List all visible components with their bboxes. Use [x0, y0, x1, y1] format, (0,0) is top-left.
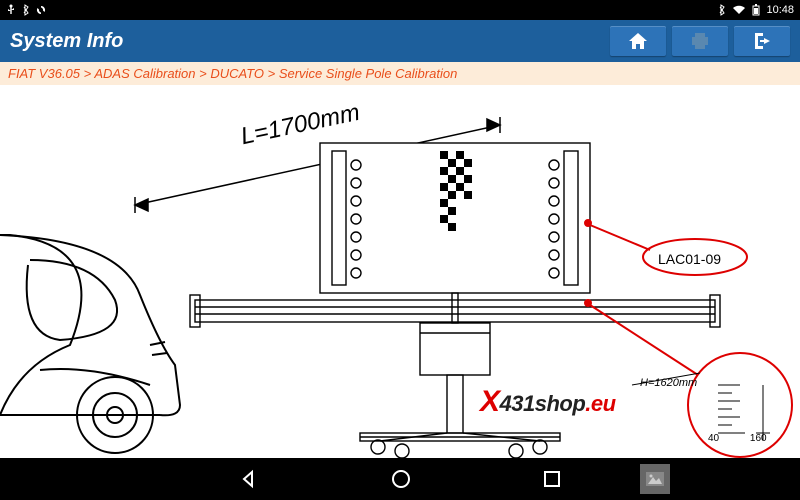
watermark-x: X — [480, 385, 500, 418]
home-icon — [628, 32, 648, 50]
printer-icon — [690, 32, 710, 50]
watermark-mid: 431 — [500, 391, 535, 416]
status-time: 10:48 — [766, 4, 794, 16]
status-left-icons — [6, 4, 46, 16]
image-icon — [646, 472, 664, 486]
ruler-max: 160 — [750, 433, 767, 444]
ruler-min: 40 — [708, 433, 719, 444]
battery-icon — [752, 4, 760, 16]
exit-icon — [752, 32, 772, 50]
calibration-diagram: L=1700mm LAC01-09 H=1620mm 40 160 X431sh… — [0, 85, 800, 481]
gallery-thumbnail[interactable] — [640, 464, 670, 494]
bluetooth-icon — [22, 4, 30, 16]
print-button[interactable] — [672, 26, 728, 56]
part-number-label: LAC01-09 — [658, 251, 721, 267]
android-status-bar: 10:48 — [0, 0, 800, 20]
sync-icon — [36, 5, 46, 15]
android-nav-bar — [0, 458, 800, 500]
usb-icon — [6, 4, 16, 16]
wifi-icon — [732, 5, 746, 15]
ruler-scale: 40 160 — [708, 433, 767, 444]
recent-button[interactable] — [542, 469, 562, 489]
watermark: X431shop.eu — [480, 385, 616, 419]
home-button[interactable] — [610, 26, 666, 56]
height-dimension-label: H=1620mm — [640, 377, 697, 389]
back-button[interactable] — [238, 468, 260, 490]
breadcrumb: FIAT V36.05 > ADAS Calibration > DUCATO … — [0, 62, 800, 85]
app-header: System Info — [0, 20, 800, 62]
page-title: System Info — [10, 30, 604, 53]
exit-button[interactable] — [734, 26, 790, 56]
home-button-nav[interactable] — [390, 468, 412, 490]
watermark-eu: .eu — [585, 391, 615, 416]
bt-icon — [718, 4, 726, 16]
status-right-icons: 10:48 — [718, 4, 794, 16]
watermark-rest: shop — [535, 391, 586, 416]
